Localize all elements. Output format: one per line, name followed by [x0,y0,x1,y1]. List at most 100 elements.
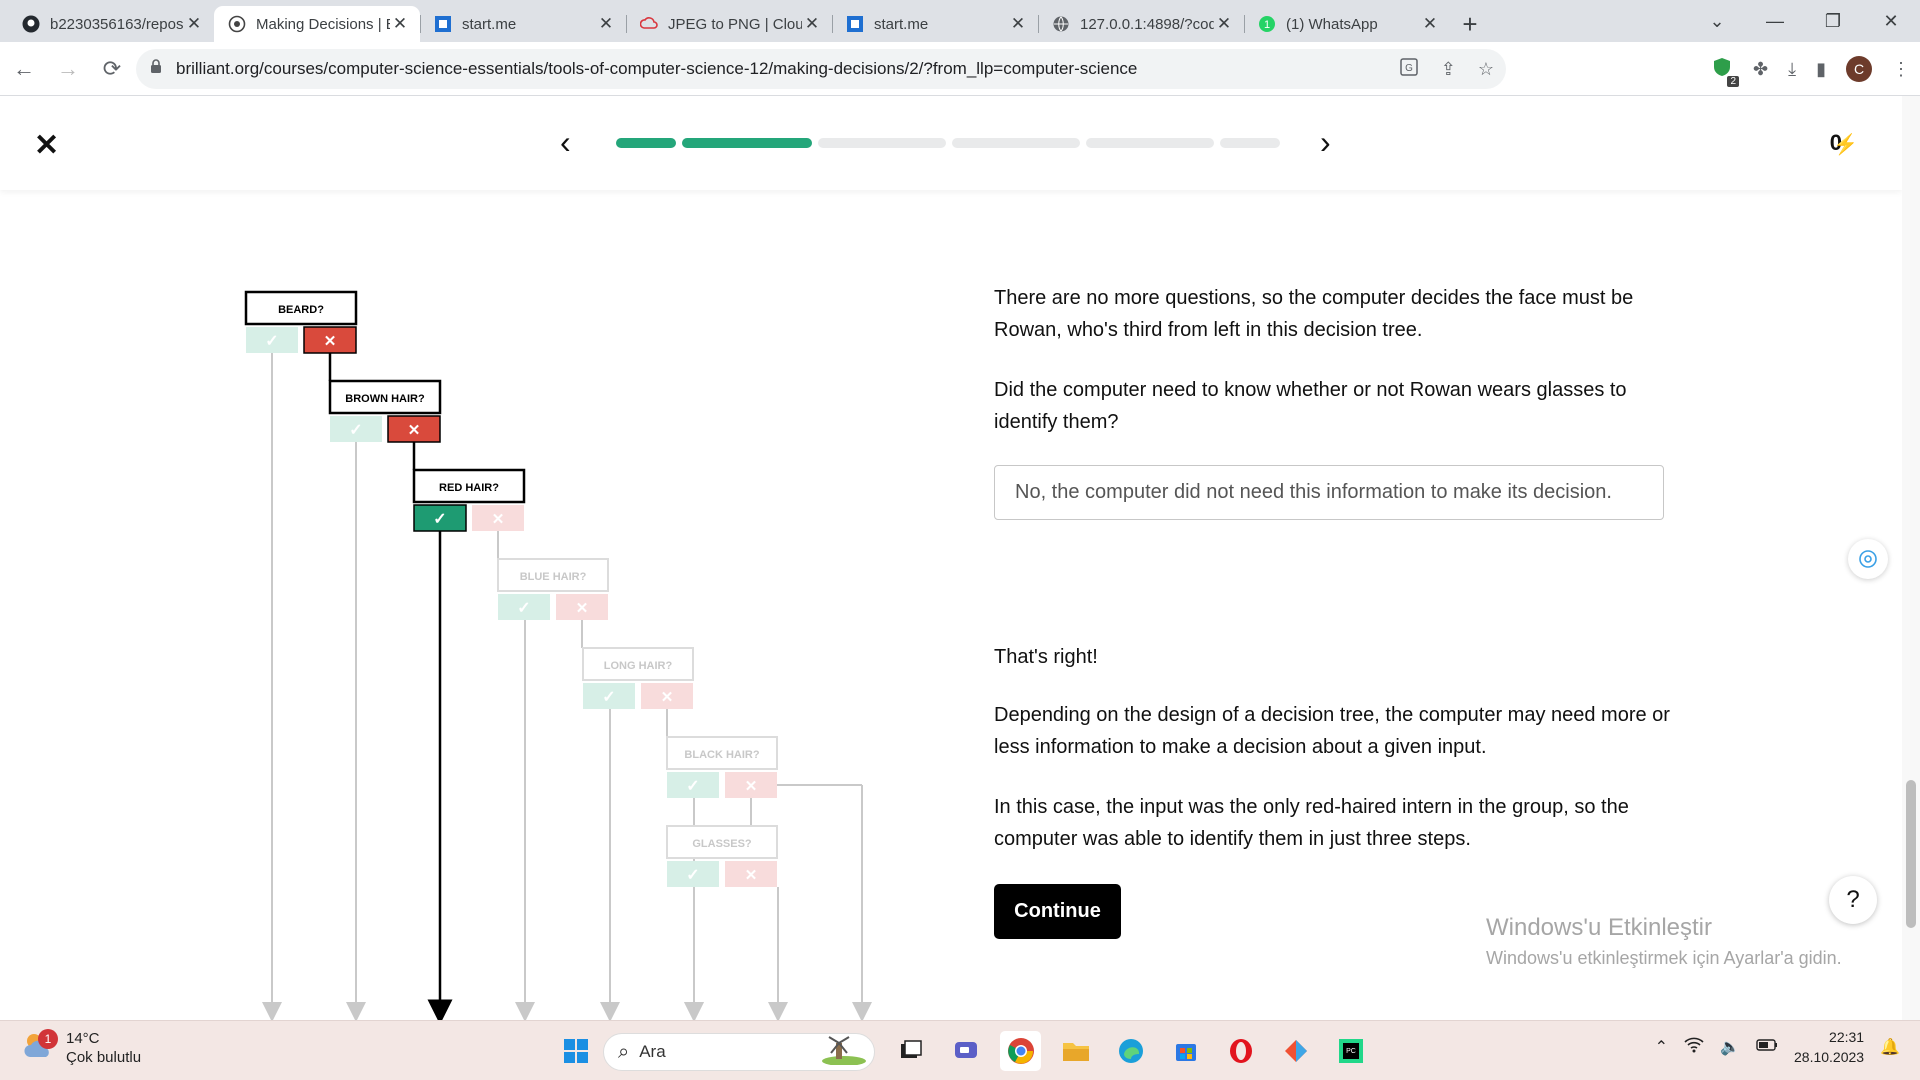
taskbar-search[interactable]: ⌕ Ara [603,1033,875,1071]
side-panel-icon[interactable]: ▮ [1816,59,1826,80]
download-icon[interactable]: ⤓ [1788,59,1796,80]
page-scrollbar[interactable] [1902,96,1920,1020]
close-icon[interactable]: ✕ [1420,14,1440,34]
cross-icon: ✕ [661,689,674,706]
close-icon[interactable]: ✕ [596,14,616,34]
progress-fill [616,138,676,148]
startme-icon [846,15,864,33]
tab-title: Making Decisions | B [256,15,390,33]
progress-segment [1086,138,1214,148]
back-button[interactable]: ← [4,49,44,89]
check-icon: ✓ [349,422,362,439]
decision-tree: BEARD? ✓ ✕ BROWN HAIR? ✓ ✕ RED HAIR? ✓ ✕ BLUE HAI… [0,190,940,1020]
clock-date: 28.10.2023 [1794,1049,1865,1065]
tab-title: JPEG to PNG | Cloud [668,15,802,33]
help-button[interactable]: ? [1829,876,1877,924]
address-bar[interactable]: brilliant.org/courses/computer-science-e… [136,49,1506,89]
svg-text:1: 1 [1264,19,1270,31]
tree-question-label: BROWN HAIR? [345,393,425,405]
notification-bell-icon[interactable]: 🔔 [1880,1037,1900,1057]
weather-desc: Çok bulutlu [66,1049,142,1066]
close-icon[interactable]: ✕ [1008,14,1028,34]
tab-github[interactable]: b2230356163/reposit ✕ [8,6,214,42]
forward-button[interactable]: → [48,49,88,89]
notification-badge: 1 [38,1029,58,1049]
tree-question-label: RED HAIR? [439,482,499,494]
bookmark-star-icon[interactable]: ☆ [1478,59,1494,80]
tab-search-icon[interactable]: ⌄ [1688,0,1746,42]
file-explorer-icon[interactable] [1055,1031,1096,1071]
lock-icon[interactable] [150,59,162,79]
store-icon[interactable] [1165,1031,1206,1071]
svg-text:PC: PC [1346,1048,1356,1055]
new-tab-button[interactable]: + [1450,6,1490,42]
windows-start-icon[interactable] [555,1031,596,1071]
chevron-right-icon[interactable]: › [1320,124,1331,161]
tab-jpeg-to-png[interactable]: JPEG to PNG | Cloud ✕ [626,6,832,42]
tab-startme-2[interactable]: start.me ✕ [832,6,1038,42]
ai-assistant-icon[interactable] [1848,539,1888,579]
wifi-icon[interactable] [1684,1037,1704,1058]
close-icon[interactable]: ✕ [802,14,822,34]
github-icon [22,15,40,33]
tab-making-decisions[interactable]: Making Decisions | B ✕ [214,6,420,42]
close-lesson-icon[interactable]: ✕ [34,128,59,163]
opera-icon[interactable] [1220,1031,1261,1071]
tree-question-label: GLASSES? [692,838,752,850]
cross-icon: ✕ [576,600,589,617]
edge-icon[interactable] [1110,1031,1151,1071]
tab-title: (1) WhatsApp [1286,15,1378,33]
tab-title: start.me [874,15,929,33]
check-icon: ✓ [686,867,699,884]
close-icon[interactable]: ✕ [1214,14,1234,34]
chrome-icon[interactable] [1000,1031,1041,1071]
minimize-button[interactable]: — [1746,0,1804,42]
progress-segment [616,138,676,148]
close-icon[interactable]: ✕ [184,14,204,34]
feedback-title: That's right! [994,646,1098,668]
translate-icon[interactable]: G [1399,57,1419,82]
menu-kebab-icon[interactable]: ⋮ [1892,59,1910,80]
lesson-header: ✕ ‹ › 0 ⚡ [0,96,1902,190]
close-window-button[interactable]: ✕ [1862,0,1920,42]
tab-startme-1[interactable]: start.me ✕ [420,6,626,42]
pycharm-icon[interactable]: PC [1330,1031,1371,1071]
reload-button[interactable]: ⟳ [92,49,132,89]
url-text[interactable]: brilliant.org/courses/computer-science-e… [176,59,1137,79]
check-icon: ✓ [602,689,615,706]
scrollbar-thumb[interactable] [1906,780,1916,928]
continue-button[interactable]: Continue [994,884,1121,939]
cross-icon: ✕ [492,511,505,528]
brilliant-icon [228,15,246,33]
maximize-button[interactable]: ❐ [1804,0,1862,42]
chevron-left-icon[interactable]: ‹ [560,124,571,161]
explanation-text: There are no more questions, so the comp… [994,287,1634,341]
cloud-icon [640,15,658,33]
battery-icon[interactable] [1756,1038,1778,1056]
check-icon: ✓ [265,333,278,350]
browser-toolbar: ← → ⟳ brilliant.org/courses/computer-sci… [0,42,1920,96]
shield-extension-icon[interactable]: 2 [1711,56,1740,87]
tab-localhost[interactable]: 127.0.0.1:4898/?code ✕ [1038,6,1244,42]
share-icon[interactable]: ⇪ [1441,59,1456,80]
taskbar-clock[interactable]: 22:31 28.10.2023 [1794,1027,1864,1067]
question-text: Did the computer need to know whether or… [994,379,1627,433]
teams-chat-icon[interactable] [945,1031,986,1071]
progress-segment [682,138,812,148]
tree-question-label: LONG HAIR? [604,660,673,672]
tree-question-label: BLUE HAIR? [520,571,587,583]
task-view-icon[interactable] [890,1031,931,1071]
chevron-up-icon[interactable]: ⌃ [1655,1037,1668,1057]
speaker-icon[interactable]: 🔈 [1720,1037,1740,1057]
puzzle-icon[interactable]: ✤ [1753,59,1768,80]
tab-whatsapp[interactable]: 1 (1) WhatsApp ✕ [1244,6,1450,42]
feedback-text-1: Depending on the design of a decision tr… [994,704,1670,758]
activation-watermark-title: Windows'u Etkinleştir [1486,914,1712,941]
check-icon: ✓ [433,511,446,528]
progress-segment [952,138,1080,148]
activation-watermark-text: Windows'u etkinleştirmek için Ayarlar'a … [1486,948,1842,968]
startme-icon [434,15,452,33]
git-kraken-icon[interactable] [1275,1031,1316,1071]
profile-avatar[interactable]: C [1846,56,1872,82]
close-icon[interactable]: ✕ [390,14,410,34]
